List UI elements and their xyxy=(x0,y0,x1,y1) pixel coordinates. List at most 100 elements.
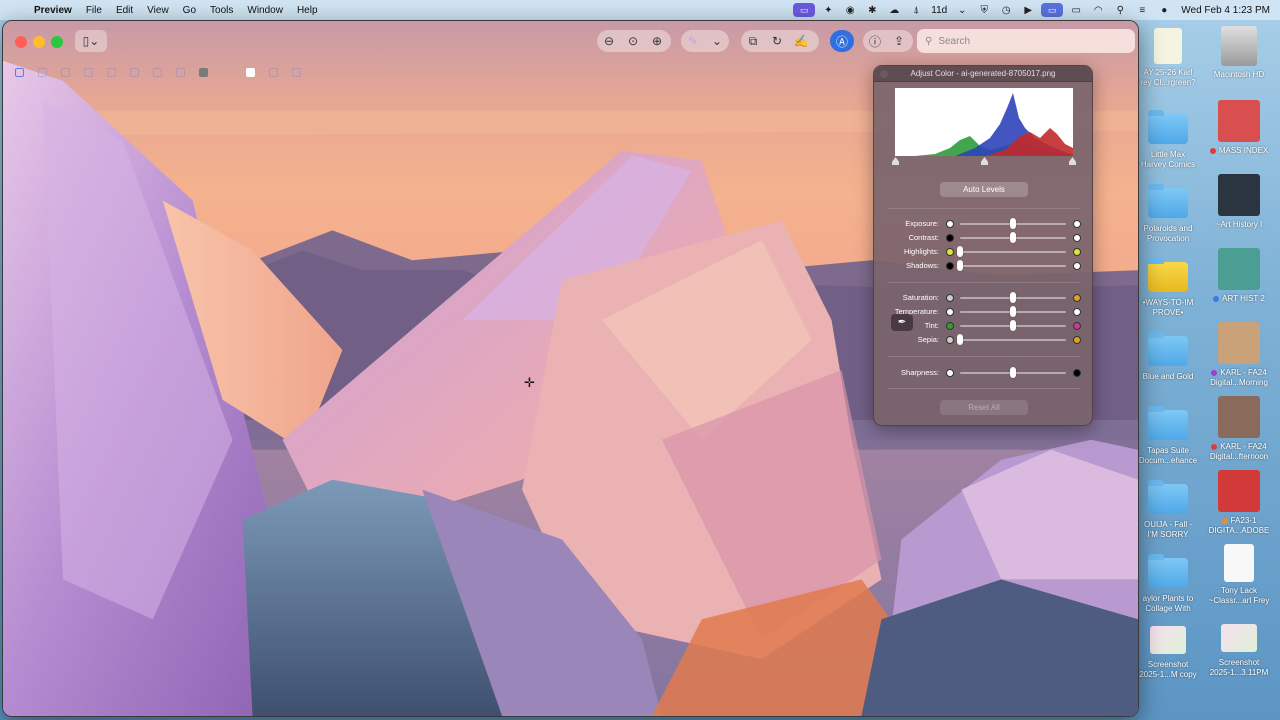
desktop-item[interactable]: KARL - FA24 Digital...Morning xyxy=(1198,322,1280,388)
tracking-icon[interactable]: ⍋ xyxy=(905,0,927,20)
desktop-item[interactable]: KARL - FA24 Digital...fternoon xyxy=(1198,396,1280,462)
siri-icon[interactable]: ● xyxy=(1153,0,1175,20)
border-color-icon[interactable] xyxy=(269,67,278,77)
desktop-item[interactable]: ~Art History I xyxy=(1198,174,1280,230)
sharpness-high-icon xyxy=(1073,369,1081,377)
chevron-icon[interactable]: ⌄ xyxy=(951,0,973,20)
select-tool-icon[interactable] xyxy=(15,67,24,77)
slider-track[interactable] xyxy=(957,246,1066,257)
desktop-item[interactable]: Screenshot 2025-1...M copy xyxy=(1127,620,1209,680)
info-icon[interactable]: ⓘ xyxy=(863,33,887,50)
figma-icon[interactable]: ✱ xyxy=(861,0,883,20)
play-icon[interactable]: ▶ xyxy=(1017,0,1039,20)
creative-cloud-icon[interactable]: ☁ xyxy=(883,0,905,20)
slider-track[interactable] xyxy=(957,334,1066,345)
slider-knob[interactable] xyxy=(957,334,963,345)
eyedropper-button[interactable]: ✒ xyxy=(891,314,913,331)
adjust-color-tool-icon[interactable] xyxy=(176,67,185,77)
text-tool-icon[interactable] xyxy=(107,67,116,77)
desktop-item[interactable]: aylor Plants to Collage With xyxy=(1127,546,1209,614)
desktop-item[interactable]: ART HIST 2 xyxy=(1198,248,1280,304)
slider-track[interactable] xyxy=(960,367,1066,378)
markup-button[interactable]: Ⓐ xyxy=(830,30,854,52)
slider-knob[interactable] xyxy=(1010,306,1016,317)
spotlight-icon[interactable]: ⚲ xyxy=(1109,0,1131,20)
dropbox-icon[interactable]: ✦ xyxy=(817,0,839,20)
white-point-marker[interactable] xyxy=(1069,157,1076,165)
menu-view[interactable]: View xyxy=(147,5,178,16)
wifi-icon[interactable]: ◠ xyxy=(1087,0,1109,20)
adjust-size-tool-icon[interactable] xyxy=(199,67,208,77)
camera-icon[interactable]: ◉ xyxy=(839,0,861,20)
desktop-item[interactable]: AY 25-26 Karl rey Cl...rgreen? xyxy=(1127,28,1209,88)
slider-knob[interactable] xyxy=(1010,320,1016,331)
slider-track[interactable] xyxy=(960,218,1066,229)
draw-tool-icon[interactable] xyxy=(61,67,70,77)
slider-track[interactable] xyxy=(960,232,1066,243)
shape-style-icon[interactable] xyxy=(246,67,255,77)
zoom-button[interactable] xyxy=(51,36,63,48)
time-machine-icon[interactable]: ◷ xyxy=(995,0,1017,20)
desktop-item[interactable]: MASS INDEX xyxy=(1198,100,1280,156)
fill-color-icon[interactable] xyxy=(292,67,301,77)
reset-all-button[interactable]: Reset All xyxy=(940,400,1028,415)
menu-go[interactable]: Go xyxy=(183,5,205,16)
slider-track[interactable] xyxy=(960,306,1066,317)
sketch-tool-icon[interactable] xyxy=(38,67,47,77)
desktop-item[interactable]: Tony Lack ~Classr...arl Frey xyxy=(1198,544,1280,606)
slider-knob[interactable] xyxy=(1010,367,1016,378)
zoom-out-icon[interactable]: ⊖ xyxy=(597,34,621,48)
clock[interactable]: Wed Feb 4 1:23 PM xyxy=(1175,5,1280,16)
menu-help[interactable]: Help xyxy=(297,5,327,16)
desktop-item[interactable]: Tapas Suite Docum...ehance xyxy=(1127,398,1209,466)
close-button[interactable] xyxy=(15,36,27,48)
note-tool-icon[interactable] xyxy=(153,67,162,77)
menu-window[interactable]: Window xyxy=(247,5,292,16)
shapes-tool-icon[interactable] xyxy=(84,67,93,77)
zoom-fit-icon[interactable]: ⊙ xyxy=(621,34,645,48)
slider-knob[interactable] xyxy=(1010,292,1016,303)
search-field[interactable]: ⚲ Search xyxy=(917,29,1135,53)
menu-app-name[interactable]: Preview xyxy=(34,5,81,16)
slider-knob[interactable] xyxy=(957,246,963,257)
slider-knob[interactable] xyxy=(1010,218,1016,229)
desktop-item[interactable]: •WAYS-TO-IM PROVE• xyxy=(1127,250,1209,318)
shield-icon[interactable]: ⛨ xyxy=(973,0,995,20)
crop-icon[interactable]: ⧉ xyxy=(741,34,765,49)
screen-share-icon[interactable]: ▭ xyxy=(793,3,816,17)
battery-icon[interactable]: ▭ xyxy=(1065,0,1087,20)
sidebar-toggle-button[interactable]: ▯⌄ xyxy=(75,30,107,52)
slider-knob[interactable] xyxy=(1010,232,1016,243)
desktop-item-label: Tony Lack ~Classr...arl Frey xyxy=(1208,586,1270,605)
menu-tools[interactable]: Tools xyxy=(210,5,242,16)
menu-edit[interactable]: Edit xyxy=(116,5,142,16)
slider-row: Sharpness: xyxy=(874,366,1094,380)
slider-track[interactable] xyxy=(957,260,1066,271)
desktop-item[interactable]: OUIJA - Fall - I'M SORRY xyxy=(1127,472,1209,540)
sign-tool-icon[interactable] xyxy=(130,67,139,77)
auto-levels-button[interactable]: Auto Levels xyxy=(940,182,1028,197)
desktop-item[interactable]: Screenshot 2025-1...3.11PM xyxy=(1198,618,1280,678)
slider-track[interactable] xyxy=(960,320,1066,331)
menu-file[interactable]: File xyxy=(86,5,111,16)
slider-track[interactable] xyxy=(960,292,1066,303)
desktop-item[interactable]: Blue and Gold xyxy=(1127,324,1209,382)
document-icon xyxy=(1154,28,1182,64)
controls-icon[interactable]: ≡ xyxy=(1131,0,1153,20)
saturation-low-icon xyxy=(946,294,954,302)
rotate-icon[interactable]: ↻ xyxy=(765,34,789,48)
zoom-in-icon[interactable]: ⊕ xyxy=(645,34,669,48)
minimize-button[interactable] xyxy=(33,36,45,48)
panel-close-button[interactable] xyxy=(880,70,888,78)
share-icon[interactable]: ⇪ xyxy=(887,34,911,48)
desktop-item[interactable]: FA23-1 DIGITA...ADOBE xyxy=(1198,470,1280,536)
desktop-item[interactable]: Macintosh HD xyxy=(1198,26,1280,80)
sign-icon[interactable]: ✍ xyxy=(789,34,813,48)
slider-knob[interactable] xyxy=(957,260,963,271)
control-center-icon[interactable]: ▭ xyxy=(1041,3,1064,17)
black-point-marker[interactable] xyxy=(892,157,899,165)
desktop-item[interactable]: Little Max Harvey Comics xyxy=(1127,102,1209,170)
midtone-marker[interactable] xyxy=(981,157,988,165)
highlight-controls[interactable]: ✎ ⌄ xyxy=(681,30,729,52)
desktop-item[interactable]: Polaroids and Provocation xyxy=(1127,176,1209,244)
